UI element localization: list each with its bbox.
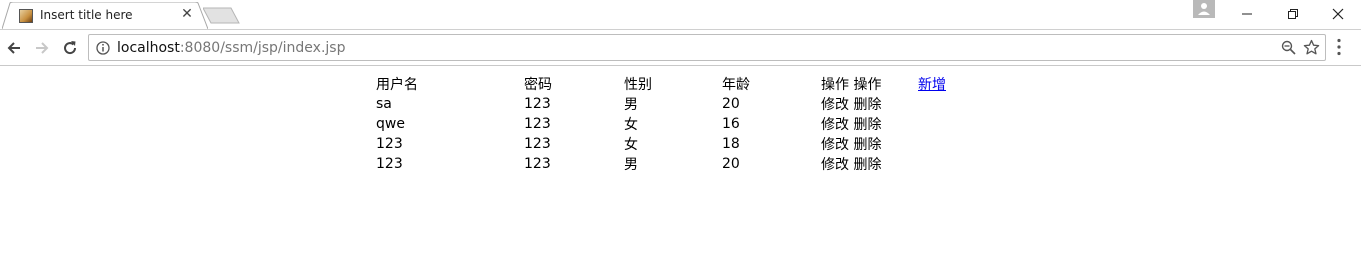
cell-operations: 修改 删除: [816, 94, 913, 114]
browser-titlebar: Insert title here ✕: [0, 0, 1361, 29]
edit-action[interactable]: 修改: [821, 137, 849, 153]
cell-username: qwe: [376, 116, 405, 132]
table-row: 123 123 男 20 修改 删除: [371, 154, 948, 174]
minimize-button[interactable]: [1224, 0, 1270, 28]
arrow-left-icon: [7, 42, 20, 54]
info-icon[interactable]: [96, 41, 110, 55]
user-table: 用户名 密码 性别 年龄 操作 操作 新增 sa 123 男 20 修改 删除 …: [371, 74, 948, 174]
edit-action[interactable]: 修改: [821, 97, 849, 113]
cell-operations: 修改 删除: [816, 134, 913, 154]
table-row: 123 123 女 18 修改 删除: [371, 134, 948, 154]
arrow-right-icon: [36, 42, 49, 54]
tab-close-icon[interactable]: ✕: [179, 6, 195, 22]
new-tab-button[interactable]: [202, 7, 241, 28]
address-bar[interactable]: localhost:8080/ssm/jsp/index.jsp: [88, 34, 1326, 61]
cell-password: 123: [524, 156, 551, 172]
cell-age: 18: [722, 136, 740, 152]
profile-icon[interactable]: [1193, 0, 1215, 18]
reload-icon: [64, 41, 77, 55]
cell-username: sa: [376, 96, 392, 112]
tab-title: Insert title here: [40, 8, 133, 22]
add-link[interactable]: 新增: [918, 77, 946, 93]
cell-operations: 修改 删除: [816, 114, 913, 134]
delete-action[interactable]: 删除: [853, 97, 881, 113]
edit-action[interactable]: 修改: [821, 157, 849, 173]
header-gender: 性别: [624, 77, 652, 93]
url-text[interactable]: localhost:8080/ssm/jsp/index.jsp: [117, 40, 345, 56]
header-age: 年龄: [722, 77, 750, 93]
cell-empty: [913, 134, 948, 154]
header-operations: 操作 操作: [821, 77, 882, 93]
delete-action[interactable]: 删除: [853, 157, 881, 173]
cell-age: 20: [722, 156, 740, 172]
header-password: 密码: [524, 77, 552, 93]
restore-icon: [1288, 9, 1298, 19]
page-content: 用户名 密码 性别 年龄 操作 操作 新增 sa 123 男 20 修改 删除 …: [0, 66, 1361, 254]
header-username: 用户名: [376, 77, 418, 93]
table-row: sa 123 男 20 修改 删除: [371, 94, 948, 114]
cell-gender: 男: [624, 97, 638, 113]
table-row: qwe 123 女 16 修改 删除: [371, 114, 948, 134]
table-header-row: 用户名 密码 性别 年龄 操作 操作 新增: [371, 74, 948, 94]
cell-gender: 女: [624, 117, 638, 133]
cell-empty: [913, 154, 948, 174]
cell-empty: [913, 114, 948, 134]
zoom-out-icon[interactable]: [1281, 40, 1296, 55]
favicon-icon: [19, 9, 33, 23]
header-add-cell: 新增: [913, 74, 948, 94]
restore-button[interactable]: [1270, 0, 1316, 28]
url-path: :8080/ssm/jsp/index.jsp: [179, 40, 346, 56]
cell-gender: 女: [624, 137, 638, 153]
cell-password: 123: [524, 96, 551, 112]
close-window-button[interactable]: [1315, 0, 1361, 28]
cell-age: 20: [722, 96, 740, 112]
cell-empty: [913, 94, 948, 114]
cell-password: 123: [524, 136, 551, 152]
delete-action[interactable]: 删除: [853, 137, 881, 153]
reload-button[interactable]: [58, 36, 82, 60]
delete-action[interactable]: 删除: [853, 117, 881, 133]
forward-button[interactable]: [30, 36, 54, 60]
url-host: localhost: [117, 40, 180, 56]
browser-toolbar: localhost:8080/ssm/jsp/index.jsp: [0, 29, 1361, 66]
cell-operations: 修改 删除: [816, 154, 913, 174]
minimize-icon: [1242, 13, 1252, 15]
edit-action[interactable]: 修改: [821, 117, 849, 133]
cell-username: 123: [376, 136, 403, 152]
cell-gender: 男: [624, 157, 638, 173]
back-button[interactable]: [2, 36, 26, 60]
cell-age: 16: [722, 116, 740, 132]
cell-password: 123: [524, 116, 551, 132]
close-icon: [1332, 8, 1344, 20]
kebab-menu-icon[interactable]: [1336, 38, 1342, 56]
cell-username: 123: [376, 156, 403, 172]
browser-tab[interactable]: Insert title here ✕: [2, 2, 208, 29]
star-icon[interactable]: [1303, 39, 1320, 56]
